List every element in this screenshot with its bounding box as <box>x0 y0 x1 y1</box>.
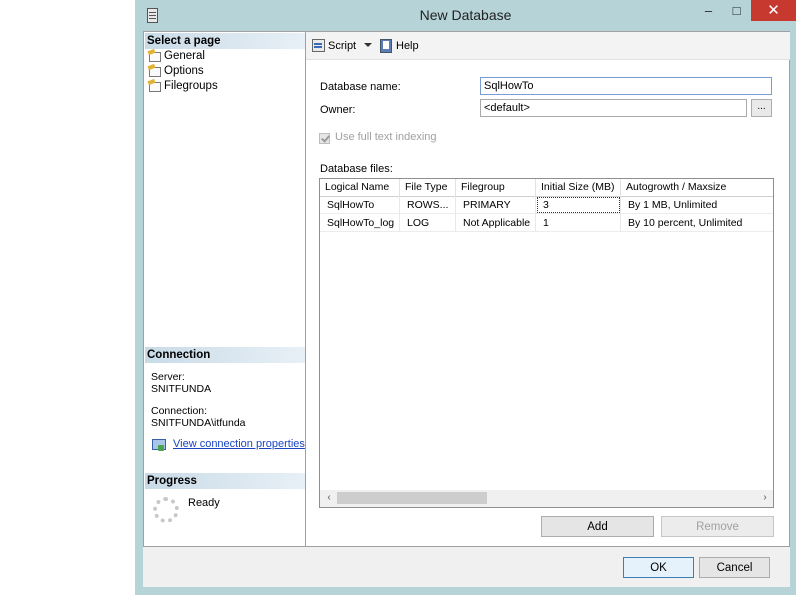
grid-header: Logical Name File Type Filegroup Initial… <box>320 179 773 197</box>
connection-label: Connection: <box>151 405 208 417</box>
database-files-label: Database files: <box>320 163 393 175</box>
cell-autogrowth[interactable]: By 10 percent, Unlimited <box>621 214 773 232</box>
add-button[interactable]: Add <box>541 516 654 537</box>
owner-label: Owner: <box>320 104 356 116</box>
script-button[interactable]: Script <box>311 38 356 54</box>
database-files-grid[interactable]: Logical Name File Type Filegroup Initial… <box>319 178 774 508</box>
script-dropdown-arrow-icon[interactable] <box>364 43 372 47</box>
scroll-right-icon[interactable]: › <box>758 492 772 504</box>
page-item-options[interactable]: Options <box>148 64 204 79</box>
cell-logical-name[interactable]: SqlHowTo <box>320 196 400 214</box>
horizontal-scrollbar[interactable]: ‹ › <box>320 490 773 507</box>
page-item-label: Options <box>164 65 204 77</box>
minimize-button[interactable]: – <box>695 0 722 21</box>
connection-value: SNITFUNDA\itfunda <box>151 417 246 429</box>
close-button[interactable]: ✕ <box>751 0 796 21</box>
database-name-input[interactable] <box>480 77 772 95</box>
scroll-left-icon[interactable]: ‹ <box>322 492 336 504</box>
page-item-general[interactable]: General <box>148 49 205 64</box>
view-connection-properties-link[interactable]: View connection properties <box>173 438 305 450</box>
column-header-file-type[interactable]: File Type <box>400 179 456 196</box>
cell-filegroup[interactable]: PRIMARY <box>456 196 536 214</box>
page-icon <box>148 65 161 77</box>
right-pane: Script Help Database name: Owner: ... Us… <box>306 31 790 547</box>
fulltext-indexing-label: Use full text indexing <box>335 131 437 143</box>
cell-initial-size[interactable]: 1 <box>536 214 621 232</box>
remove-button[interactable]: Remove <box>661 516 774 537</box>
help-icon <box>379 38 393 53</box>
connection-properties-icon <box>152 439 166 451</box>
help-button[interactable]: Help <box>379 38 419 54</box>
cell-autogrowth[interactable]: By 1 MB, Unlimited <box>621 196 773 214</box>
progress-status: Ready <box>188 497 220 509</box>
database-name-label: Database name: <box>320 81 401 93</box>
cancel-button[interactable]: Cancel <box>699 557 770 578</box>
owner-input[interactable] <box>480 99 747 117</box>
server-label: Server: <box>151 371 185 383</box>
scrollbar-thumb[interactable] <box>337 492 487 504</box>
page-item-label: General <box>164 50 205 62</box>
new-database-window: New Database – □ ✕ Select a page General… <box>135 0 796 595</box>
script-label: Script <box>328 40 357 52</box>
left-pane: Select a page General Options Filegroups… <box>143 31 306 547</box>
help-label: Help <box>396 40 419 52</box>
maximize-button[interactable]: □ <box>723 0 750 21</box>
page-icon <box>148 50 161 62</box>
script-icon <box>311 38 325 52</box>
connection-header: Connection <box>145 347 305 363</box>
column-header-logical-name[interactable]: Logical Name <box>320 179 400 196</box>
progress-spinner-icon <box>153 497 179 523</box>
column-header-initial-size[interactable]: Initial Size (MB) <box>536 179 621 196</box>
cell-filegroup[interactable]: Not Applicable <box>456 214 536 232</box>
cell-initial-size[interactable]: 3 <box>536 196 621 214</box>
owner-browse-button[interactable]: ... <box>751 99 772 117</box>
cell-file-type[interactable]: LOG <box>400 214 456 232</box>
progress-header: Progress <box>145 473 305 489</box>
page-item-filegroups[interactable]: Filegroups <box>148 79 218 94</box>
page-item-label: Filegroups <box>164 80 218 92</box>
title-bar[interactable]: New Database – □ ✕ <box>135 0 796 30</box>
cell-file-type[interactable]: ROWS... <box>400 196 456 214</box>
cell-logical-name[interactable]: SqlHowTo_log <box>320 214 400 232</box>
dialog-client-area: Select a page General Options Filegroups… <box>143 31 790 587</box>
column-header-autogrowth[interactable]: Autogrowth / Maxsize <box>621 179 773 196</box>
toolbar: Script Help <box>306 32 790 60</box>
server-value: SNITFUNDA <box>151 383 212 395</box>
select-page-header: Select a page <box>145 33 305 49</box>
ok-button[interactable]: OK <box>623 557 694 578</box>
page-icon <box>148 80 161 92</box>
column-header-filegroup[interactable]: Filegroup <box>456 179 536 196</box>
fulltext-indexing-checkbox[interactable] <box>319 133 330 144</box>
